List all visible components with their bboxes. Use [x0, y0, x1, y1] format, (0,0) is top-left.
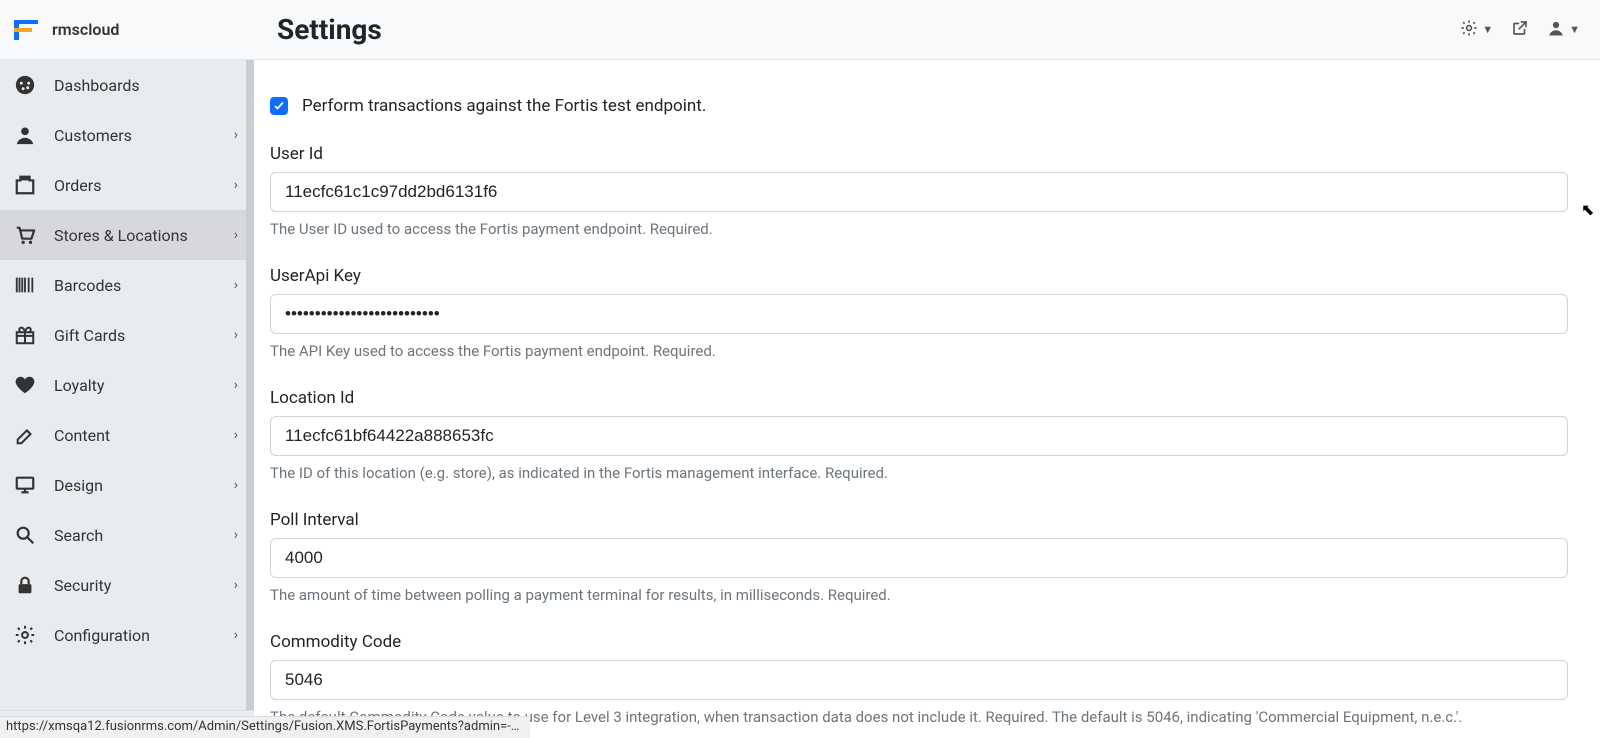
status-bar-url: https://xmsqa12.fusionrms.com/Admin/Sett… — [0, 716, 530, 738]
chevron-right-icon: › — [234, 527, 238, 543]
location-id-help: The ID of this location (e.g. store), as… — [270, 464, 1568, 482]
sidebar-item-design[interactable]: Design › — [0, 460, 254, 510]
user-id-help: The User ID used to access the Fortis pa… — [270, 220, 1568, 238]
gear-icon — [14, 624, 36, 646]
user-icon — [14, 124, 36, 146]
gift-icon — [14, 324, 36, 346]
sidebar-item-orders[interactable]: Orders › — [0, 160, 254, 210]
sidebar-item-label: Security — [54, 576, 216, 595]
sidebar-item-label: Configuration — [54, 626, 216, 645]
sidebar-item-search[interactable]: Search › — [0, 510, 254, 560]
checkbox-checked-icon[interactable] — [270, 97, 288, 115]
user-id-label: User Id — [270, 144, 1568, 164]
location-id-label: Location Id — [270, 388, 1568, 408]
orders-icon — [14, 174, 36, 196]
gear-icon — [1460, 19, 1478, 41]
sidebar-item-label: Dashboards — [54, 76, 238, 95]
topbar: rmscloud Settings ▼ ▼ — [0, 0, 1600, 60]
sidebar-item-label: Stores & Locations — [54, 226, 216, 245]
sidebar-item-loyalty[interactable]: Loyalty › — [0, 360, 254, 410]
user-icon — [1547, 19, 1565, 41]
sidebar: DashboardsCustomers›Orders›Stores & Loca… — [0, 60, 254, 738]
external-link-icon — [1511, 19, 1529, 41]
monitor-icon — [14, 474, 36, 496]
sidebar-item-label: Orders — [54, 176, 216, 195]
sidebar-item-label: Content — [54, 426, 216, 445]
sidebar-item-dashboards[interactable]: Dashboards — [0, 60, 254, 110]
mouse-cursor-icon: ⬉ — [1581, 200, 1594, 219]
sidebar-item-label: Customers — [54, 126, 216, 145]
chevron-right-icon: › — [234, 627, 238, 643]
cart-icon — [14, 224, 36, 246]
lock-icon — [14, 574, 36, 596]
dashboard-icon — [14, 74, 36, 96]
chevron-right-icon: › — [234, 177, 238, 193]
main-content: Perform transactions against the Fortis … — [254, 60, 1600, 738]
sidebar-item-label: Search — [54, 526, 216, 545]
chevron-right-icon: › — [234, 427, 238, 443]
location-id-input[interactable] — [270, 416, 1568, 456]
user-api-key-input[interactable] — [270, 294, 1568, 334]
page-title: Settings — [277, 13, 382, 46]
sidebar-item-label: Loyalty — [54, 376, 216, 395]
brand[interactable]: rmscloud — [12, 18, 267, 42]
chevron-right-icon: › — [234, 127, 238, 143]
user-api-key-label: UserApi Key — [270, 266, 1568, 286]
chevron-right-icon: › — [234, 377, 238, 393]
commodity-code-label: Commodity Code — [270, 632, 1568, 652]
caret-down-icon: ▼ — [1569, 23, 1580, 36]
sidebar-item-barcodes[interactable]: Barcodes › — [0, 260, 254, 310]
search-icon — [14, 524, 36, 546]
checkbox-label: Perform transactions against the Fortis … — [302, 96, 706, 116]
user-id-input[interactable] — [270, 172, 1568, 212]
user-menu-button[interactable]: ▼ — [1547, 19, 1580, 41]
sidebar-item-gift-cards[interactable]: Gift Cards › — [0, 310, 254, 360]
settings-menu-button[interactable]: ▼ — [1460, 19, 1493, 41]
user-api-key-help: The API Key used to access the Fortis pa… — [270, 342, 1568, 360]
sidebar-item-customers[interactable]: Customers › — [0, 110, 254, 160]
barcode-icon — [14, 274, 36, 296]
sidebar-item-label: Design — [54, 476, 216, 495]
chevron-right-icon: › — [234, 477, 238, 493]
chevron-right-icon: › — [234, 227, 238, 243]
poll-interval-input[interactable] — [270, 538, 1568, 578]
caret-down-icon: ▼ — [1482, 23, 1493, 36]
perform-test-endpoint-check[interactable]: Perform transactions against the Fortis … — [270, 96, 1568, 116]
sidebar-item-label: Gift Cards — [54, 326, 216, 345]
brand-logo-icon — [12, 18, 42, 42]
commodity-code-input[interactable] — [270, 660, 1568, 700]
chevron-right-icon: › — [234, 327, 238, 343]
open-external-button[interactable] — [1511, 19, 1529, 41]
poll-interval-help: The amount of time between polling a pay… — [270, 586, 1568, 604]
brand-name: rmscloud — [52, 20, 119, 39]
poll-interval-label: Poll Interval — [270, 510, 1568, 530]
sidebar-item-security[interactable]: Security › — [0, 560, 254, 610]
edit-icon — [14, 424, 36, 446]
topbar-actions: ▼ ▼ — [1460, 19, 1580, 41]
chevron-right-icon: › — [234, 277, 238, 293]
sidebar-item-content[interactable]: Content › — [0, 410, 254, 460]
chevron-right-icon: › — [234, 577, 238, 593]
sidebar-item-label: Barcodes — [54, 276, 216, 295]
sidebar-item-stores-locations[interactable]: Stores & Locations › — [0, 210, 254, 260]
heart-icon — [14, 374, 36, 396]
sidebar-item-configuration[interactable]: Configuration › — [0, 610, 254, 660]
